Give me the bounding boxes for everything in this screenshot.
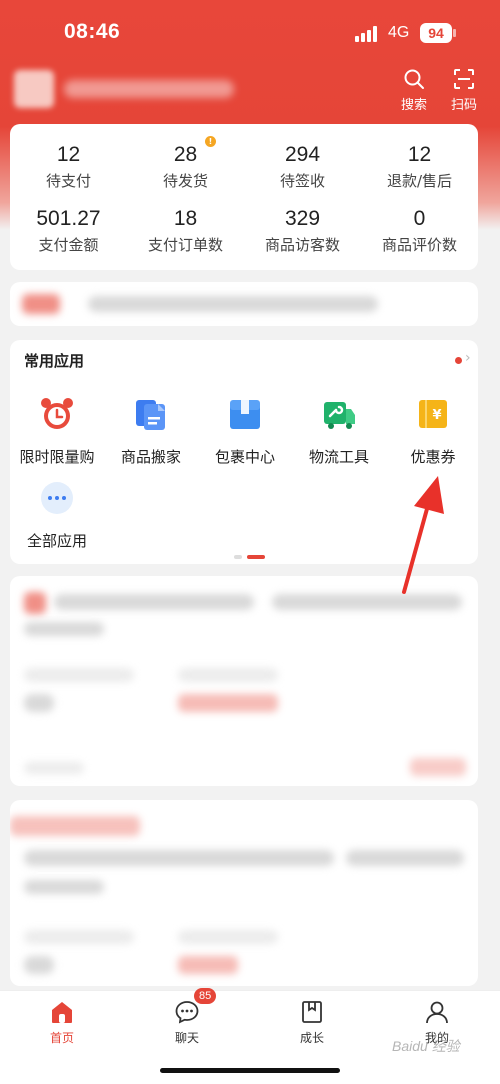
package-box-icon [230,400,260,429]
app-coupons[interactable]: ¥ 优惠券 [386,396,480,467]
app-logistics-tools[interactable]: 物流工具 [292,396,386,467]
stat-value: 329 [284,207,321,230]
stat-value: 294 [284,143,321,166]
apps-title: 常用应用 [24,352,85,370]
stat-value: 28 [173,143,198,166]
chevron-right-icon[interactable]: › [465,350,471,366]
blurred-card-1 [10,576,478,786]
app-label: 限时限量购 [19,448,95,466]
stat-payment-amount[interactable]: 501.27 支付金额 [10,206,127,255]
stat-label: 待发货 [162,172,208,190]
stat-label: 待支付 [45,172,91,190]
shop-name[interactable] [64,80,234,98]
coupon-icon: ¥ [419,400,447,428]
status-bar: 08:46 4G 94 [0,0,500,66]
watermark: Baidu 经验 [392,1038,460,1054]
stat-paid-orders[interactable]: 18 支付订单数 [127,206,244,255]
stat-label: 待签收 [279,172,325,190]
tab-chat[interactable]: 聊天 [137,999,237,1046]
notice-banner-blurred[interactable] [10,282,478,326]
stat-label: 商品评价数 [381,236,457,254]
stat-value: 501.27 [36,207,101,230]
stat-label: 支付订单数 [147,236,223,254]
scan-label: 扫码 [450,98,477,113]
app-label: 物流工具 [308,448,369,466]
stat-product-reviews[interactable]: 0 商品评价数 [361,206,478,255]
new-dot [455,357,462,364]
battery-icon: 94 [420,23,452,43]
search-icon [404,69,424,89]
more-dots-icon [41,482,73,514]
app-label: 优惠券 [410,448,456,466]
app-label: 商品搬家 [120,448,181,466]
stat-label: 商品访客数 [264,236,340,254]
scan-button[interactable]: 扫码 [444,68,484,113]
chat-icon [175,1001,199,1024]
tab-growth[interactable]: 成长 [262,999,362,1046]
svg-text:¥: ¥ [432,408,441,423]
blurred-card-2 [10,800,478,986]
tab-home[interactable]: 首页 [12,999,112,1046]
search-label: 搜索 [400,98,427,113]
alert-badge: ! [205,136,216,147]
home-icon [52,1002,72,1023]
tab-label: 首页 [49,1031,74,1045]
alarm-clock-icon [41,398,73,429]
book-icon [302,1001,322,1023]
stat-value: 18 [173,207,198,230]
stat-label: 退款/售后 [386,172,453,190]
stats-card: 12 待支付 28 待发货 ! 294 待签收 12 退款/售后 501.27 … [10,124,478,270]
person-icon [426,1001,448,1024]
stat-product-visitors[interactable]: 329 商品访客数 [244,206,361,255]
truck-wrench-icon [324,402,355,429]
status-time: 08:46 [64,20,121,43]
tab-label: 成长 [299,1031,324,1045]
tab-label: 聊天 [174,1031,199,1045]
stat-label: 支付金额 [38,236,99,254]
battery-tip [453,29,456,37]
chat-unread-badge: 85 [194,988,217,1004]
app-flash-sale[interactable]: 限时限量购 [10,396,104,467]
stat-value: 12 [407,143,432,166]
stat-value: 12 [56,143,81,166]
annotation-arrow [402,476,444,594]
app-label: 包裹中心 [214,448,275,466]
avatar[interactable] [14,70,54,108]
scan-icon [454,69,474,89]
stat-pending-payment[interactable]: 12 待支付 [10,142,127,191]
signal-icon [355,26,379,42]
documents-icon [136,400,165,430]
stat-value: 0 [413,207,426,230]
network-type: 4G [388,24,410,41]
shop-header: 搜索 扫码 [0,60,500,120]
app-all-apps[interactable]: 全部应用 [10,480,104,551]
search-button[interactable]: 搜索 [394,68,434,113]
stat-refunds[interactable]: 12 退款/售后 [361,142,478,191]
stat-pending-shipment[interactable]: 28 待发货 ! [127,136,244,191]
app-product-move[interactable]: 商品搬家 [104,396,198,467]
app-package-center[interactable]: 包裹中心 [198,396,292,467]
stat-pending-receipt[interactable]: 294 待签收 [244,142,361,191]
app-label: 全部应用 [26,532,87,550]
home-indicator[interactable] [160,1068,340,1073]
